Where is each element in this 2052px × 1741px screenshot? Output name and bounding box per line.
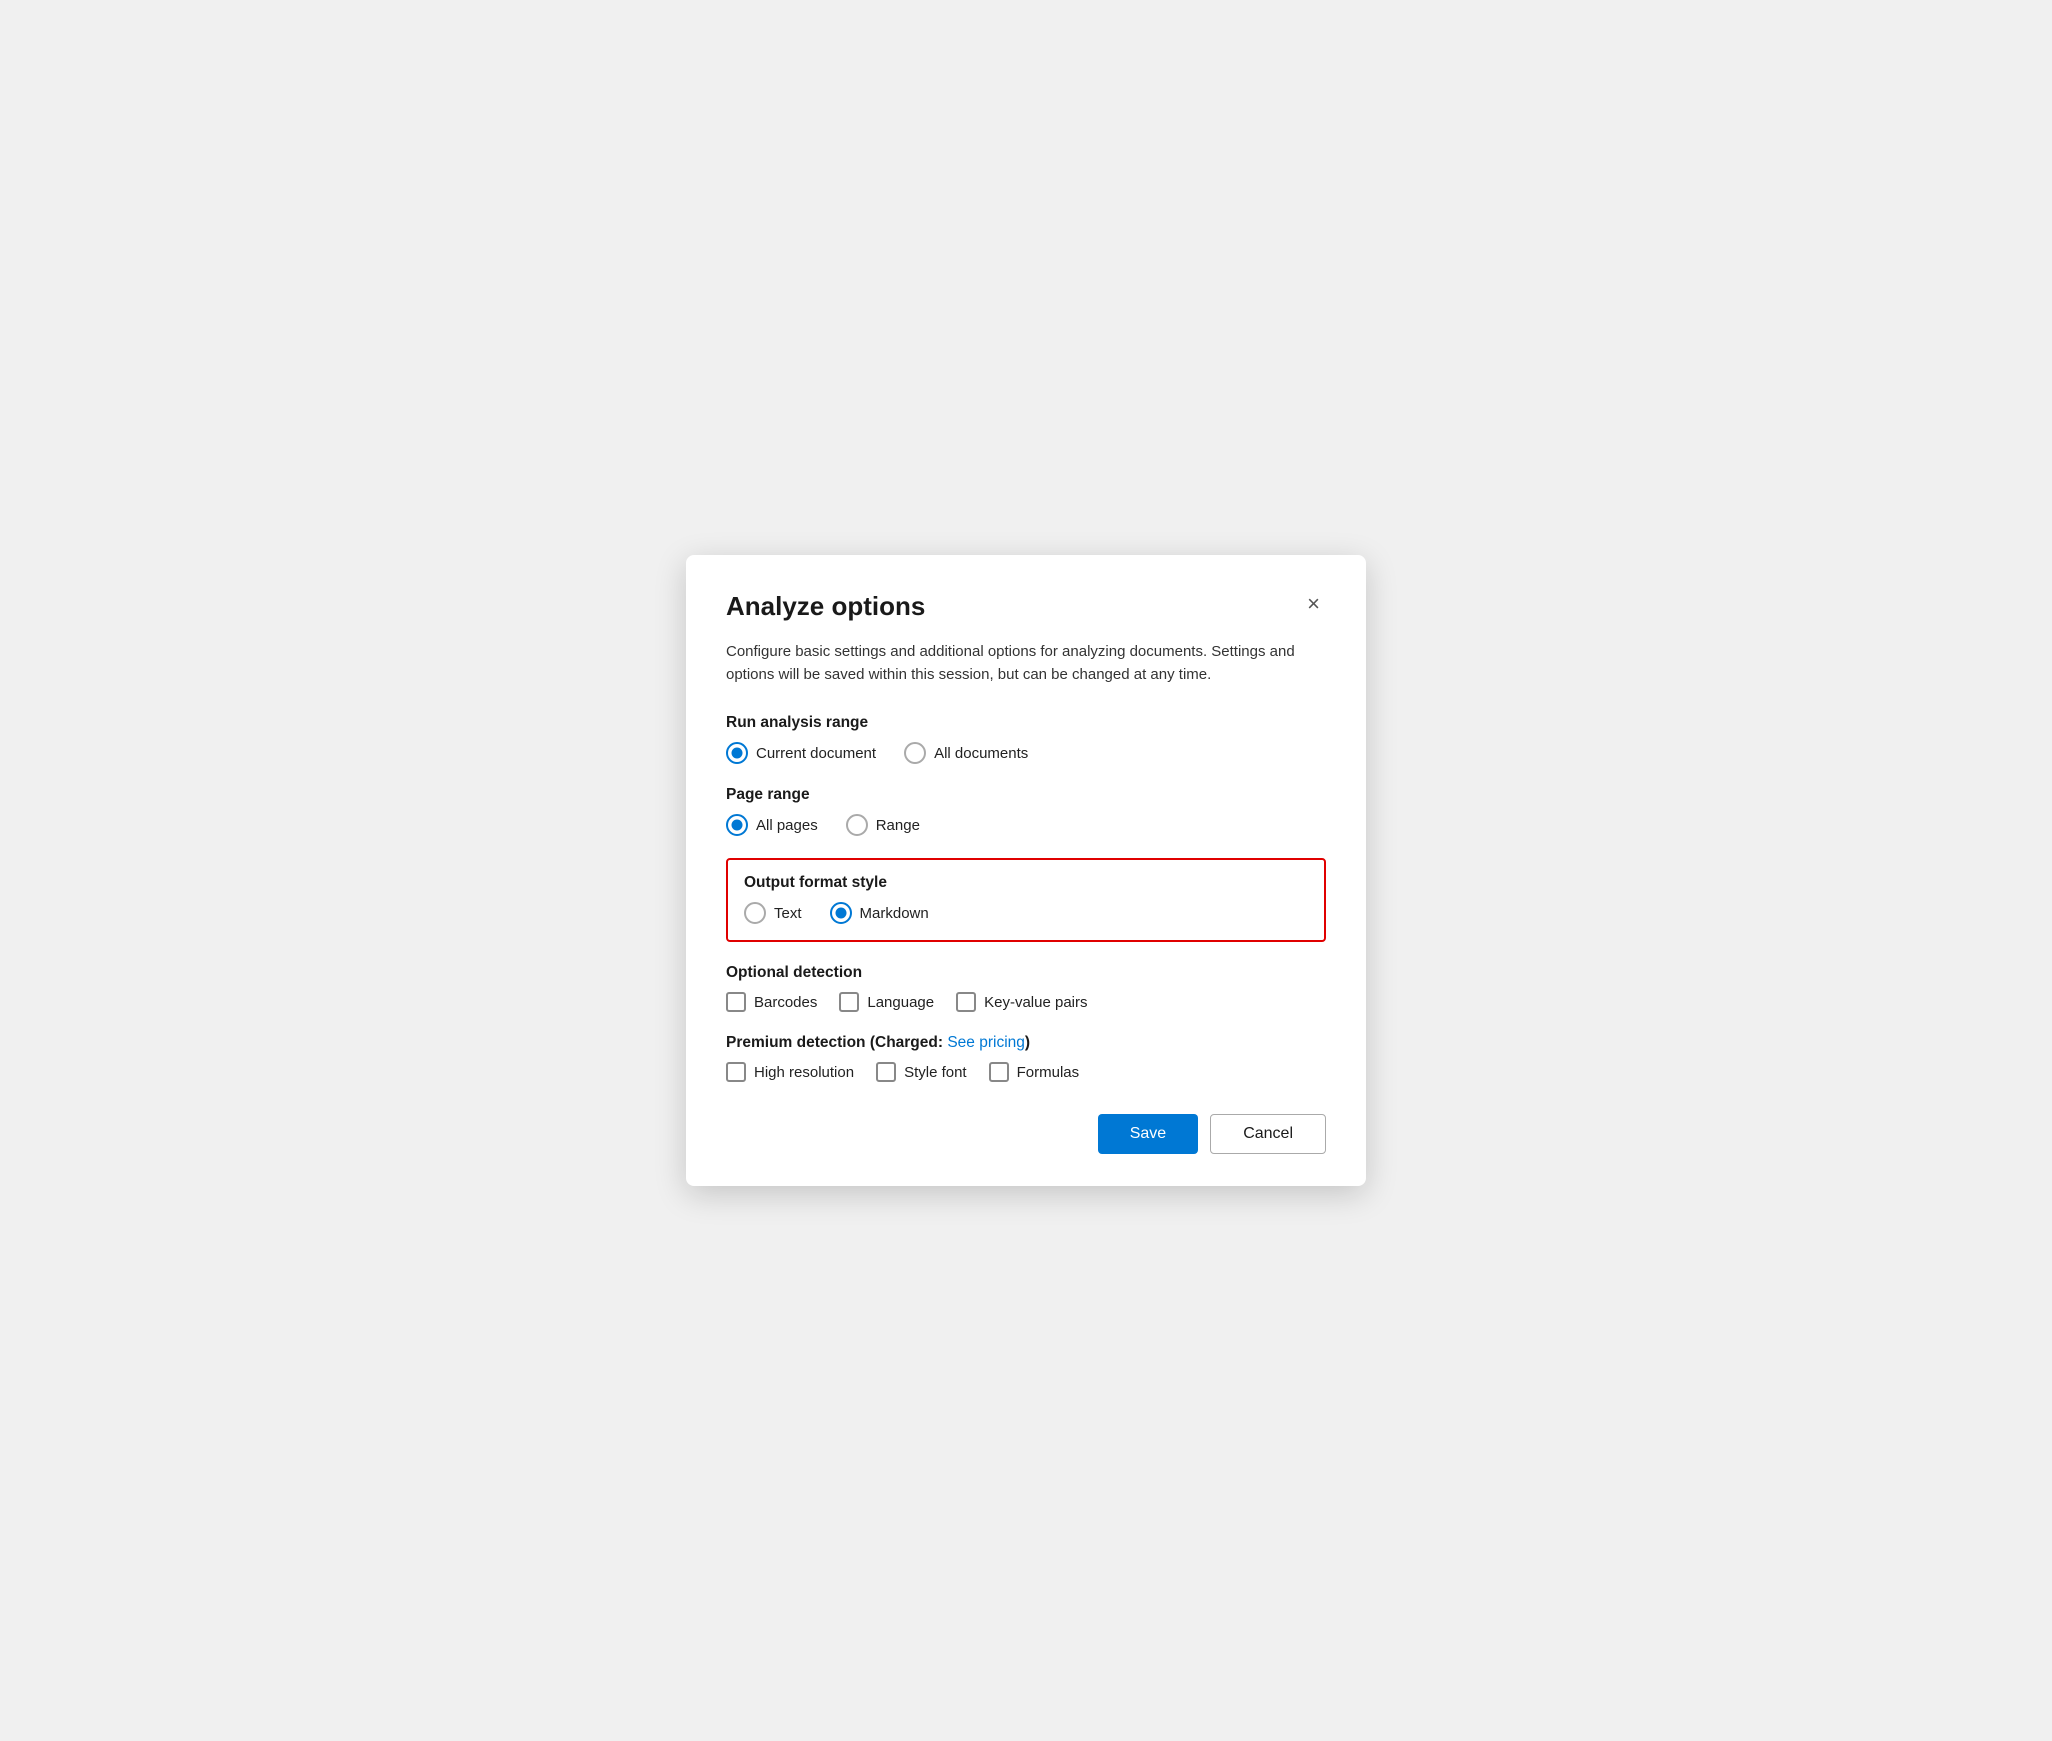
output-format-section: Output format style Text Markdown — [726, 858, 1326, 942]
optional-detection-checkbox-group: Barcodes Language Key-value pairs — [726, 992, 1326, 1012]
formulas-label: Formulas — [1017, 1064, 1080, 1081]
dialog-header: Analyze options × — [726, 591, 1326, 622]
dialog-description: Configure basic settings and additional … — [726, 640, 1326, 687]
current-document-label: Current document — [756, 745, 876, 762]
current-document-option[interactable]: Current document — [726, 742, 876, 764]
output-format-title: Output format style — [744, 874, 1308, 892]
analyze-options-dialog: Analyze options × Configure basic settin… — [686, 555, 1366, 1187]
cancel-button[interactable]: Cancel — [1210, 1114, 1326, 1154]
all-documents-option[interactable]: All documents — [904, 742, 1028, 764]
text-label: Text — [774, 905, 802, 922]
run-analysis-section: Run analysis range Current document All … — [726, 714, 1326, 764]
page-range-section: Page range All pages Range — [726, 786, 1326, 836]
premium-title-suffix: ) — [1025, 1034, 1030, 1051]
high-resolution-label: High resolution — [754, 1064, 854, 1081]
high-resolution-option[interactable]: High resolution — [726, 1062, 854, 1082]
current-document-radio[interactable] — [726, 742, 748, 764]
page-range-radio-group: All pages Range — [726, 814, 1326, 836]
see-pricing-link[interactable]: See pricing — [947, 1034, 1025, 1051]
range-label: Range — [876, 817, 920, 834]
all-documents-radio[interactable] — [904, 742, 926, 764]
key-value-pairs-option[interactable]: Key-value pairs — [956, 992, 1087, 1012]
optional-detection-section: Optional detection Barcodes Language Key… — [726, 964, 1326, 1012]
language-checkbox[interactable] — [839, 992, 859, 1012]
text-option[interactable]: Text — [744, 902, 802, 924]
barcodes-label: Barcodes — [754, 994, 817, 1011]
output-format-radio-group: Text Markdown — [744, 902, 1308, 924]
markdown-radio[interactable] — [830, 902, 852, 924]
page-range-title: Page range — [726, 786, 1326, 804]
high-resolution-checkbox[interactable] — [726, 1062, 746, 1082]
text-radio[interactable] — [744, 902, 766, 924]
key-value-pairs-checkbox[interactable] — [956, 992, 976, 1012]
language-label: Language — [867, 994, 934, 1011]
style-font-option[interactable]: Style font — [876, 1062, 967, 1082]
dialog-footer: Save Cancel — [726, 1114, 1326, 1154]
all-documents-label: All documents — [934, 745, 1028, 762]
premium-title-prefix: Premium detection (Charged: — [726, 1034, 947, 1051]
formulas-checkbox[interactable] — [989, 1062, 1009, 1082]
markdown-option[interactable]: Markdown — [830, 902, 929, 924]
optional-detection-title: Optional detection — [726, 964, 1326, 982]
all-pages-radio[interactable] — [726, 814, 748, 836]
premium-detection-title: Premium detection (Charged: See pricing) — [726, 1034, 1326, 1052]
range-option[interactable]: Range — [846, 814, 920, 836]
range-radio[interactable] — [846, 814, 868, 836]
key-value-pairs-label: Key-value pairs — [984, 994, 1087, 1011]
style-font-checkbox[interactable] — [876, 1062, 896, 1082]
formulas-option[interactable]: Formulas — [989, 1062, 1080, 1082]
all-pages-option[interactable]: All pages — [726, 814, 818, 836]
premium-detection-checkbox-group: High resolution Style font Formulas — [726, 1062, 1326, 1082]
premium-detection-section: Premium detection (Charged: See pricing)… — [726, 1034, 1326, 1082]
all-pages-label: All pages — [756, 817, 818, 834]
style-font-label: Style font — [904, 1064, 967, 1081]
barcodes-option[interactable]: Barcodes — [726, 992, 817, 1012]
run-analysis-radio-group: Current document All documents — [726, 742, 1326, 764]
save-button[interactable]: Save — [1098, 1114, 1198, 1154]
dialog-title: Analyze options — [726, 591, 925, 622]
language-option[interactable]: Language — [839, 992, 934, 1012]
close-button[interactable]: × — [1301, 591, 1326, 617]
run-analysis-title: Run analysis range — [726, 714, 1326, 732]
barcodes-checkbox[interactable] — [726, 992, 746, 1012]
markdown-label: Markdown — [860, 905, 929, 922]
